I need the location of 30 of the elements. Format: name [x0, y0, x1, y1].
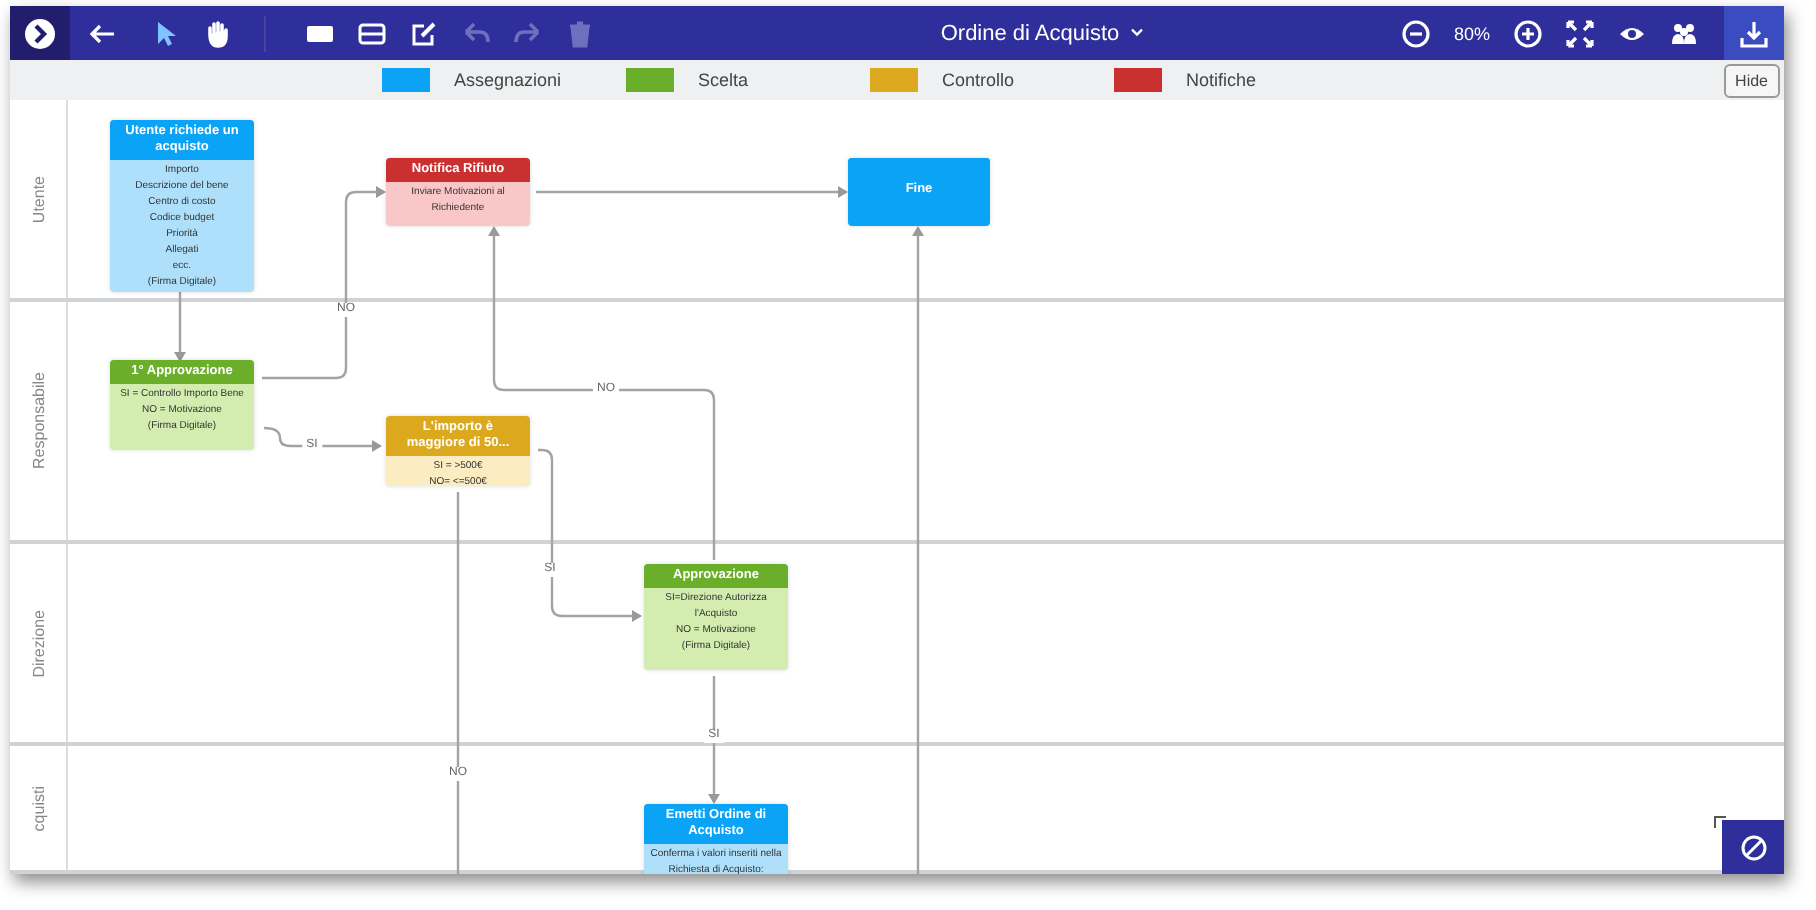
lane-label: cquisti: [29, 785, 47, 831]
disable-button[interactable]: [1722, 820, 1784, 874]
legend-label: Assegnazioni: [454, 70, 562, 90]
pointer-icon: [152, 19, 180, 47]
hide-button[interactable]: Hide: [1723, 64, 1780, 98]
corner-mark-icon: [1714, 816, 1726, 828]
logo-icon[interactable]: [24, 17, 56, 49]
prohibited-icon: [1739, 833, 1767, 861]
lane-label: Responsabile: [29, 372, 47, 470]
document-title-dropdown[interactable]: Ordine di Acquisto: [932, 17, 1152, 49]
redo-icon: [514, 19, 542, 47]
trash-icon: [566, 19, 594, 47]
caret-icon: [1129, 28, 1144, 38]
lane-icon: [358, 19, 386, 47]
zoom-out-icon[interactable]: [1401, 19, 1430, 47]
download-button[interactable]: [1724, 6, 1784, 60]
back-arrow-icon[interactable]: [88, 19, 116, 47]
legend-label: Controllo: [942, 70, 1015, 90]
zoom-level: 80%: [1453, 23, 1490, 43]
legend-label: Notifiche: [1186, 70, 1257, 90]
undo-icon: [462, 19, 490, 47]
people-icon[interactable]: [1670, 19, 1698, 47]
legend-label: Scelta: [698, 70, 749, 90]
fit-screen-icon[interactable]: [1566, 19, 1594, 47]
edit-icon: [410, 19, 438, 47]
zoom-in-icon[interactable]: [1514, 19, 1542, 47]
lane-label: Direzione: [29, 609, 47, 677]
lane-label: Utente: [29, 175, 47, 223]
download-icon: [1740, 19, 1768, 47]
hand-icon: [204, 19, 232, 47]
